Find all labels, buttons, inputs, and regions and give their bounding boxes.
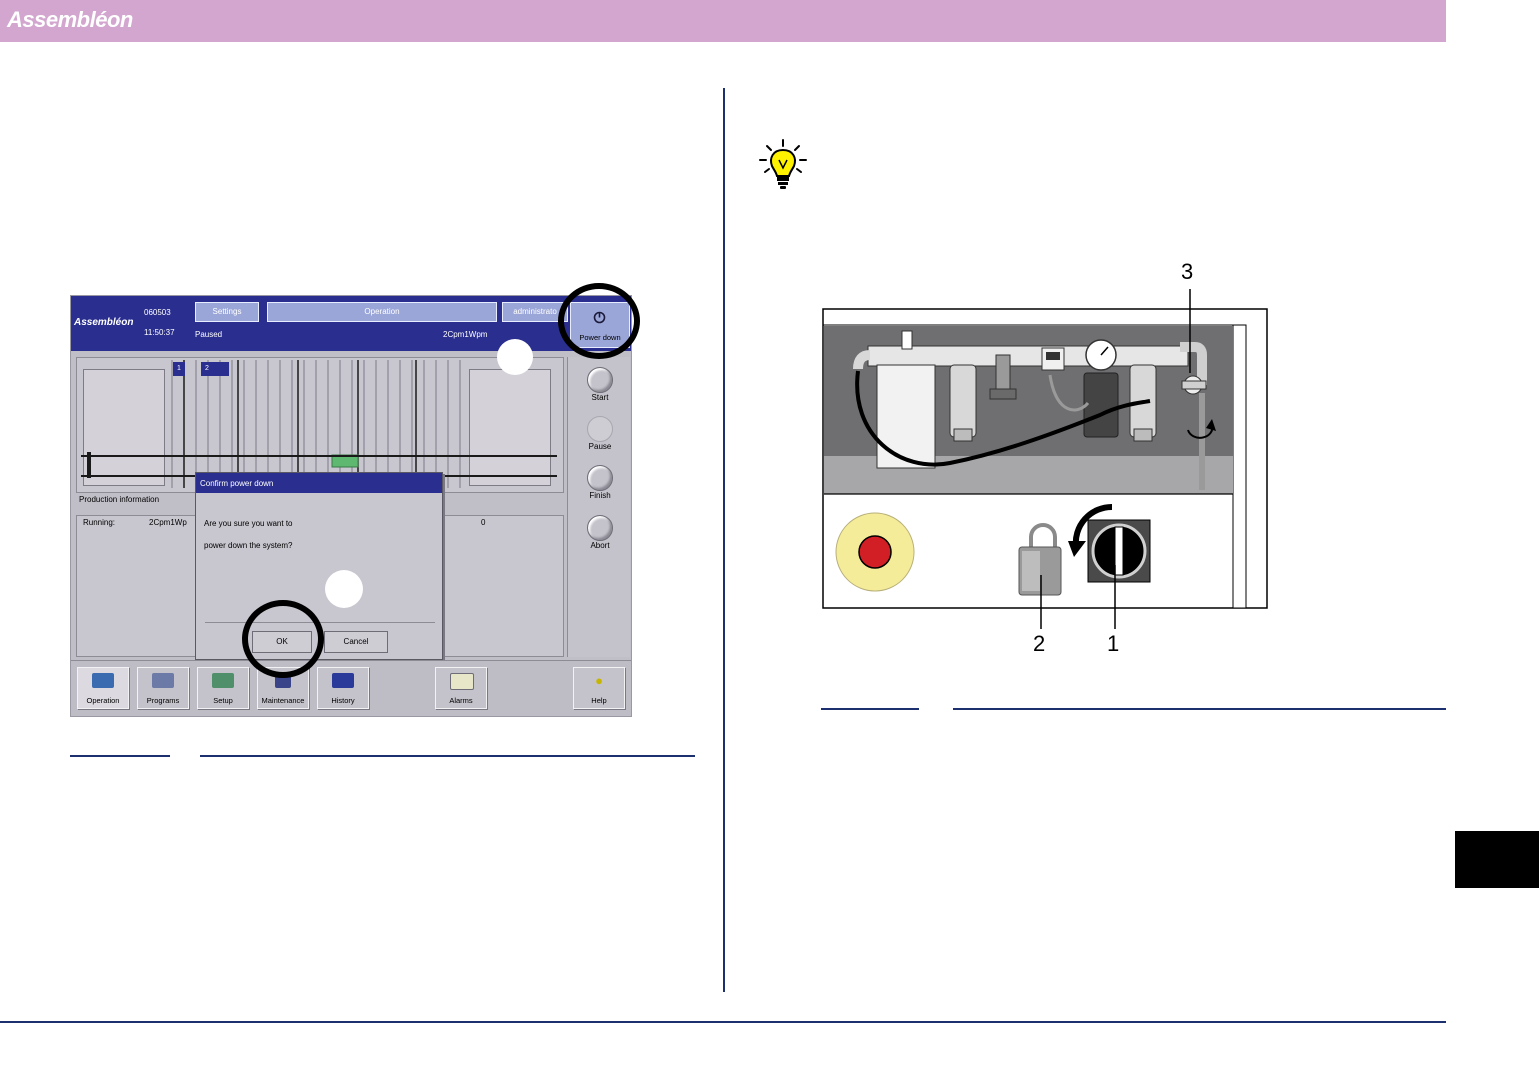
control-column (567, 357, 630, 657)
ui-date: 060503 (144, 308, 171, 317)
production-info-label: Production information (79, 495, 160, 504)
dialog-title: Confirm power down (200, 479, 274, 488)
conveyor-grid (171, 360, 461, 488)
chapter-tab (1455, 831, 1539, 888)
column-divider (723, 88, 725, 992)
slot-2: 2 (201, 362, 229, 376)
highlight-ring-ok (242, 600, 324, 678)
setup-icon (212, 673, 234, 688)
header-bar (0, 0, 1446, 42)
caption-rule-left-short (70, 755, 170, 757)
dialog-line-2: power down the system? (204, 541, 293, 550)
ui-program: 2Cpm1Wpm (443, 330, 488, 339)
lightbulb-icon (759, 139, 807, 189)
callout-2: 2 (1033, 631, 1046, 656)
finish-label: Finish (589, 491, 611, 500)
start-button[interactable] (587, 367, 613, 393)
toolbar-help[interactable]: ● Help (573, 667, 625, 709)
programs-icon (152, 673, 174, 688)
finish-button[interactable] (587, 465, 613, 491)
count-value: 0 (481, 518, 486, 527)
settings-button[interactable]: Settings (195, 302, 259, 322)
ui-time: 11:50:37 (144, 328, 175, 337)
ui-status: Paused (195, 330, 223, 339)
step-marker-power (497, 339, 533, 375)
pause-label: Pause (588, 442, 612, 451)
callout-3: 3 (1181, 259, 1194, 284)
slot-1: 1 (173, 362, 185, 376)
history-icon (332, 673, 354, 688)
footer-rule (0, 1021, 1446, 1023)
callout-1: 1 (1107, 631, 1120, 656)
power-down-screenshot: Assembléon 060503 11:50:37 Settings Oper… (70, 295, 632, 717)
toolbar-alarms[interactable]: Alarms (435, 667, 487, 709)
ui-logo: Assembléon (74, 317, 134, 328)
toolbar-programs[interactable]: Programs (137, 667, 189, 709)
cancel-button[interactable]: Cancel (324, 631, 388, 653)
alarms-icon (450, 673, 474, 690)
abort-button[interactable] (587, 515, 613, 541)
toolbar-history[interactable]: History (317, 667, 369, 709)
dialog-line-1: Are you sure you want to (204, 519, 293, 528)
abort-label: Abort (590, 541, 610, 550)
start-label: Start (591, 393, 609, 402)
caption-rule-right-short (821, 708, 919, 710)
toolbar-setup[interactable]: Setup (197, 667, 249, 709)
caption-rule-left-long (200, 755, 695, 757)
running-value: 2Cpm1Wp (149, 518, 187, 527)
step-marker-ok (325, 570, 363, 608)
operation-button[interactable]: Operation (267, 302, 497, 322)
operation-icon (92, 673, 114, 688)
machine-figure (822, 289, 1268, 629)
running-label: Running: (83, 518, 116, 527)
brand-logo: Assembléon (7, 7, 133, 32)
caption-rule-right-long (953, 708, 1446, 710)
toolbar-operation[interactable]: Operation (77, 667, 129, 709)
pause-button[interactable] (587, 416, 613, 442)
highlight-ring-power-down (558, 283, 640, 359)
help-bulb-icon: ● (595, 673, 603, 688)
